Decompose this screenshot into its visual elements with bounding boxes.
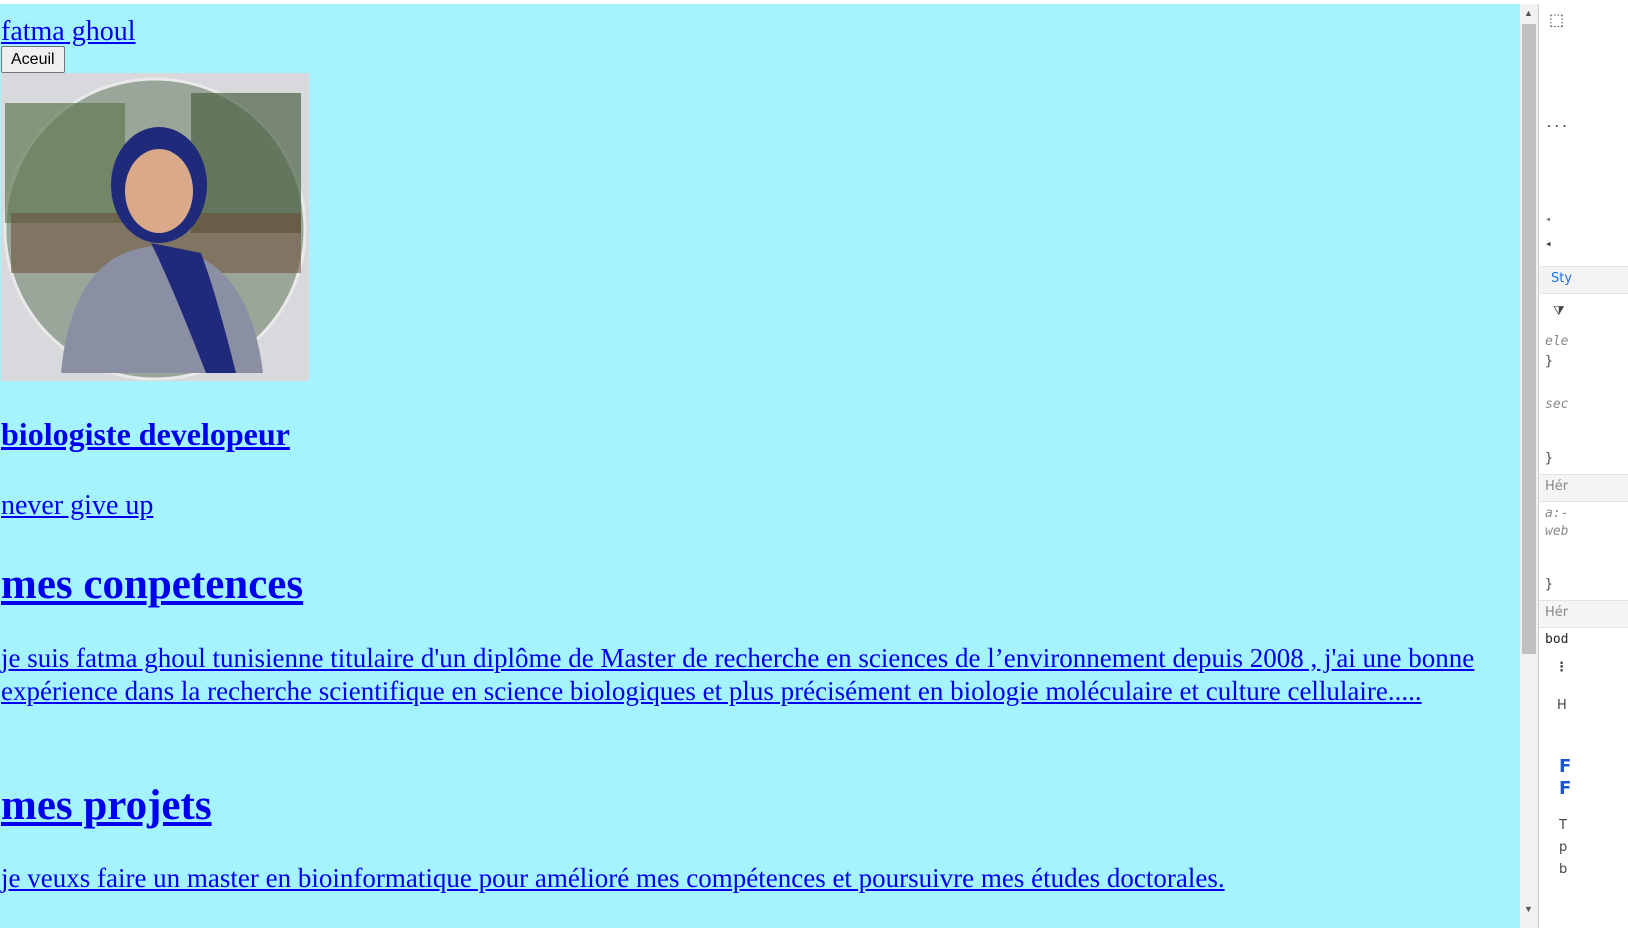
devtools-inherited-bar-1: Hér <box>1539 474 1628 502</box>
projects-heading-link[interactable]: mes projets <box>1 782 212 829</box>
devtools-scroll-left-icon[interactable]: ◂ <box>1545 214 1551 225</box>
devtools-section-rule: sec <box>1545 397 1569 412</box>
devtools-panel-f2[interactable]: F <box>1559 778 1571 799</box>
profile-photo <box>1 73 309 381</box>
devtools-body-rule: bod <box>1545 632 1569 647</box>
skills-paragraph-link[interactable]: je suis fatma ghoul tunisienne titulaire… <box>1 643 1474 706</box>
devtools-brace: } <box>1545 354 1553 369</box>
scroll-down-arrow-icon[interactable]: ▼ <box>1524 904 1533 914</box>
filter-icon[interactable]: ⧩ <box>1553 304 1565 319</box>
devtools-brace-3: } <box>1545 577 1553 592</box>
devtools-brace-2: } <box>1545 451 1553 466</box>
skills-heading-link[interactable]: mes conpetences <box>1 561 303 608</box>
projects-paragraph: je veuxs faire un master en bioinformati… <box>1 862 1511 895</box>
devtools-webkit-rule: web <box>1545 524 1569 539</box>
devtools-inherited-bar-2: Hér <box>1539 600 1628 628</box>
skills-paragraph: je suis fatma ghoul tunisienne titulaire… <box>1 642 1511 708</box>
brand-link[interactable]: fatma ghoul <box>1 16 136 48</box>
scroll-thumb[interactable] <box>1522 24 1536 654</box>
devtools-panel-p: p <box>1559 840 1568 855</box>
devtools-panel: ⬚ ... ◂ ◂ Sty ⧩ ele } sec } Hér a:- web … <box>1538 4 1628 928</box>
devtools-panel-b: b <box>1559 862 1568 877</box>
devtools-inherited-label-1: Hér <box>1545 479 1569 494</box>
motto-link[interactable]: never give up <box>1 490 153 521</box>
home-button[interactable]: Aceuil <box>1 46 65 73</box>
devtools-tab-styles[interactable]: Sty <box>1551 271 1572 286</box>
devtools-more-dots[interactable]: ... <box>1545 116 1568 131</box>
page-scrollbar[interactable]: ▲ ▼ <box>1520 4 1538 928</box>
devtools-inherited-label-2: Hér <box>1545 605 1569 620</box>
devtools-a-rule: a:- <box>1545 506 1569 521</box>
devtools-panel-t: T <box>1559 818 1567 833</box>
page-viewport: fatma ghoul Aceuil biologiste developeur… <box>0 4 1520 928</box>
profile-photo-illustration <box>1 73 309 381</box>
motto-text: never give up <box>1 489 153 523</box>
role-heading: biologiste developeur <box>1 414 290 454</box>
devtools-panel-f1[interactable]: F <box>1559 756 1571 777</box>
inspect-element-icon[interactable]: ⬚ <box>1549 10 1564 29</box>
projects-paragraph-link[interactable]: je veuxs faire un master en bioinformati… <box>1 863 1225 893</box>
role-link[interactable]: biologiste developeur <box>1 416 290 452</box>
skills-heading: mes conpetences <box>1 559 303 611</box>
devtools-back-icon[interactable]: ◂ <box>1545 237 1552 250</box>
projects-heading: mes projets <box>1 780 212 832</box>
devtools-element-rule: ele <box>1545 334 1569 349</box>
devtools-tab-bar: Sty <box>1539 266 1628 294</box>
scroll-up-arrow-icon[interactable]: ▲ <box>1524 8 1533 18</box>
devtools-panel-h: H <box>1557 698 1567 713</box>
devtools-menu-icon[interactable]: ⋮ <box>1555 660 1568 675</box>
